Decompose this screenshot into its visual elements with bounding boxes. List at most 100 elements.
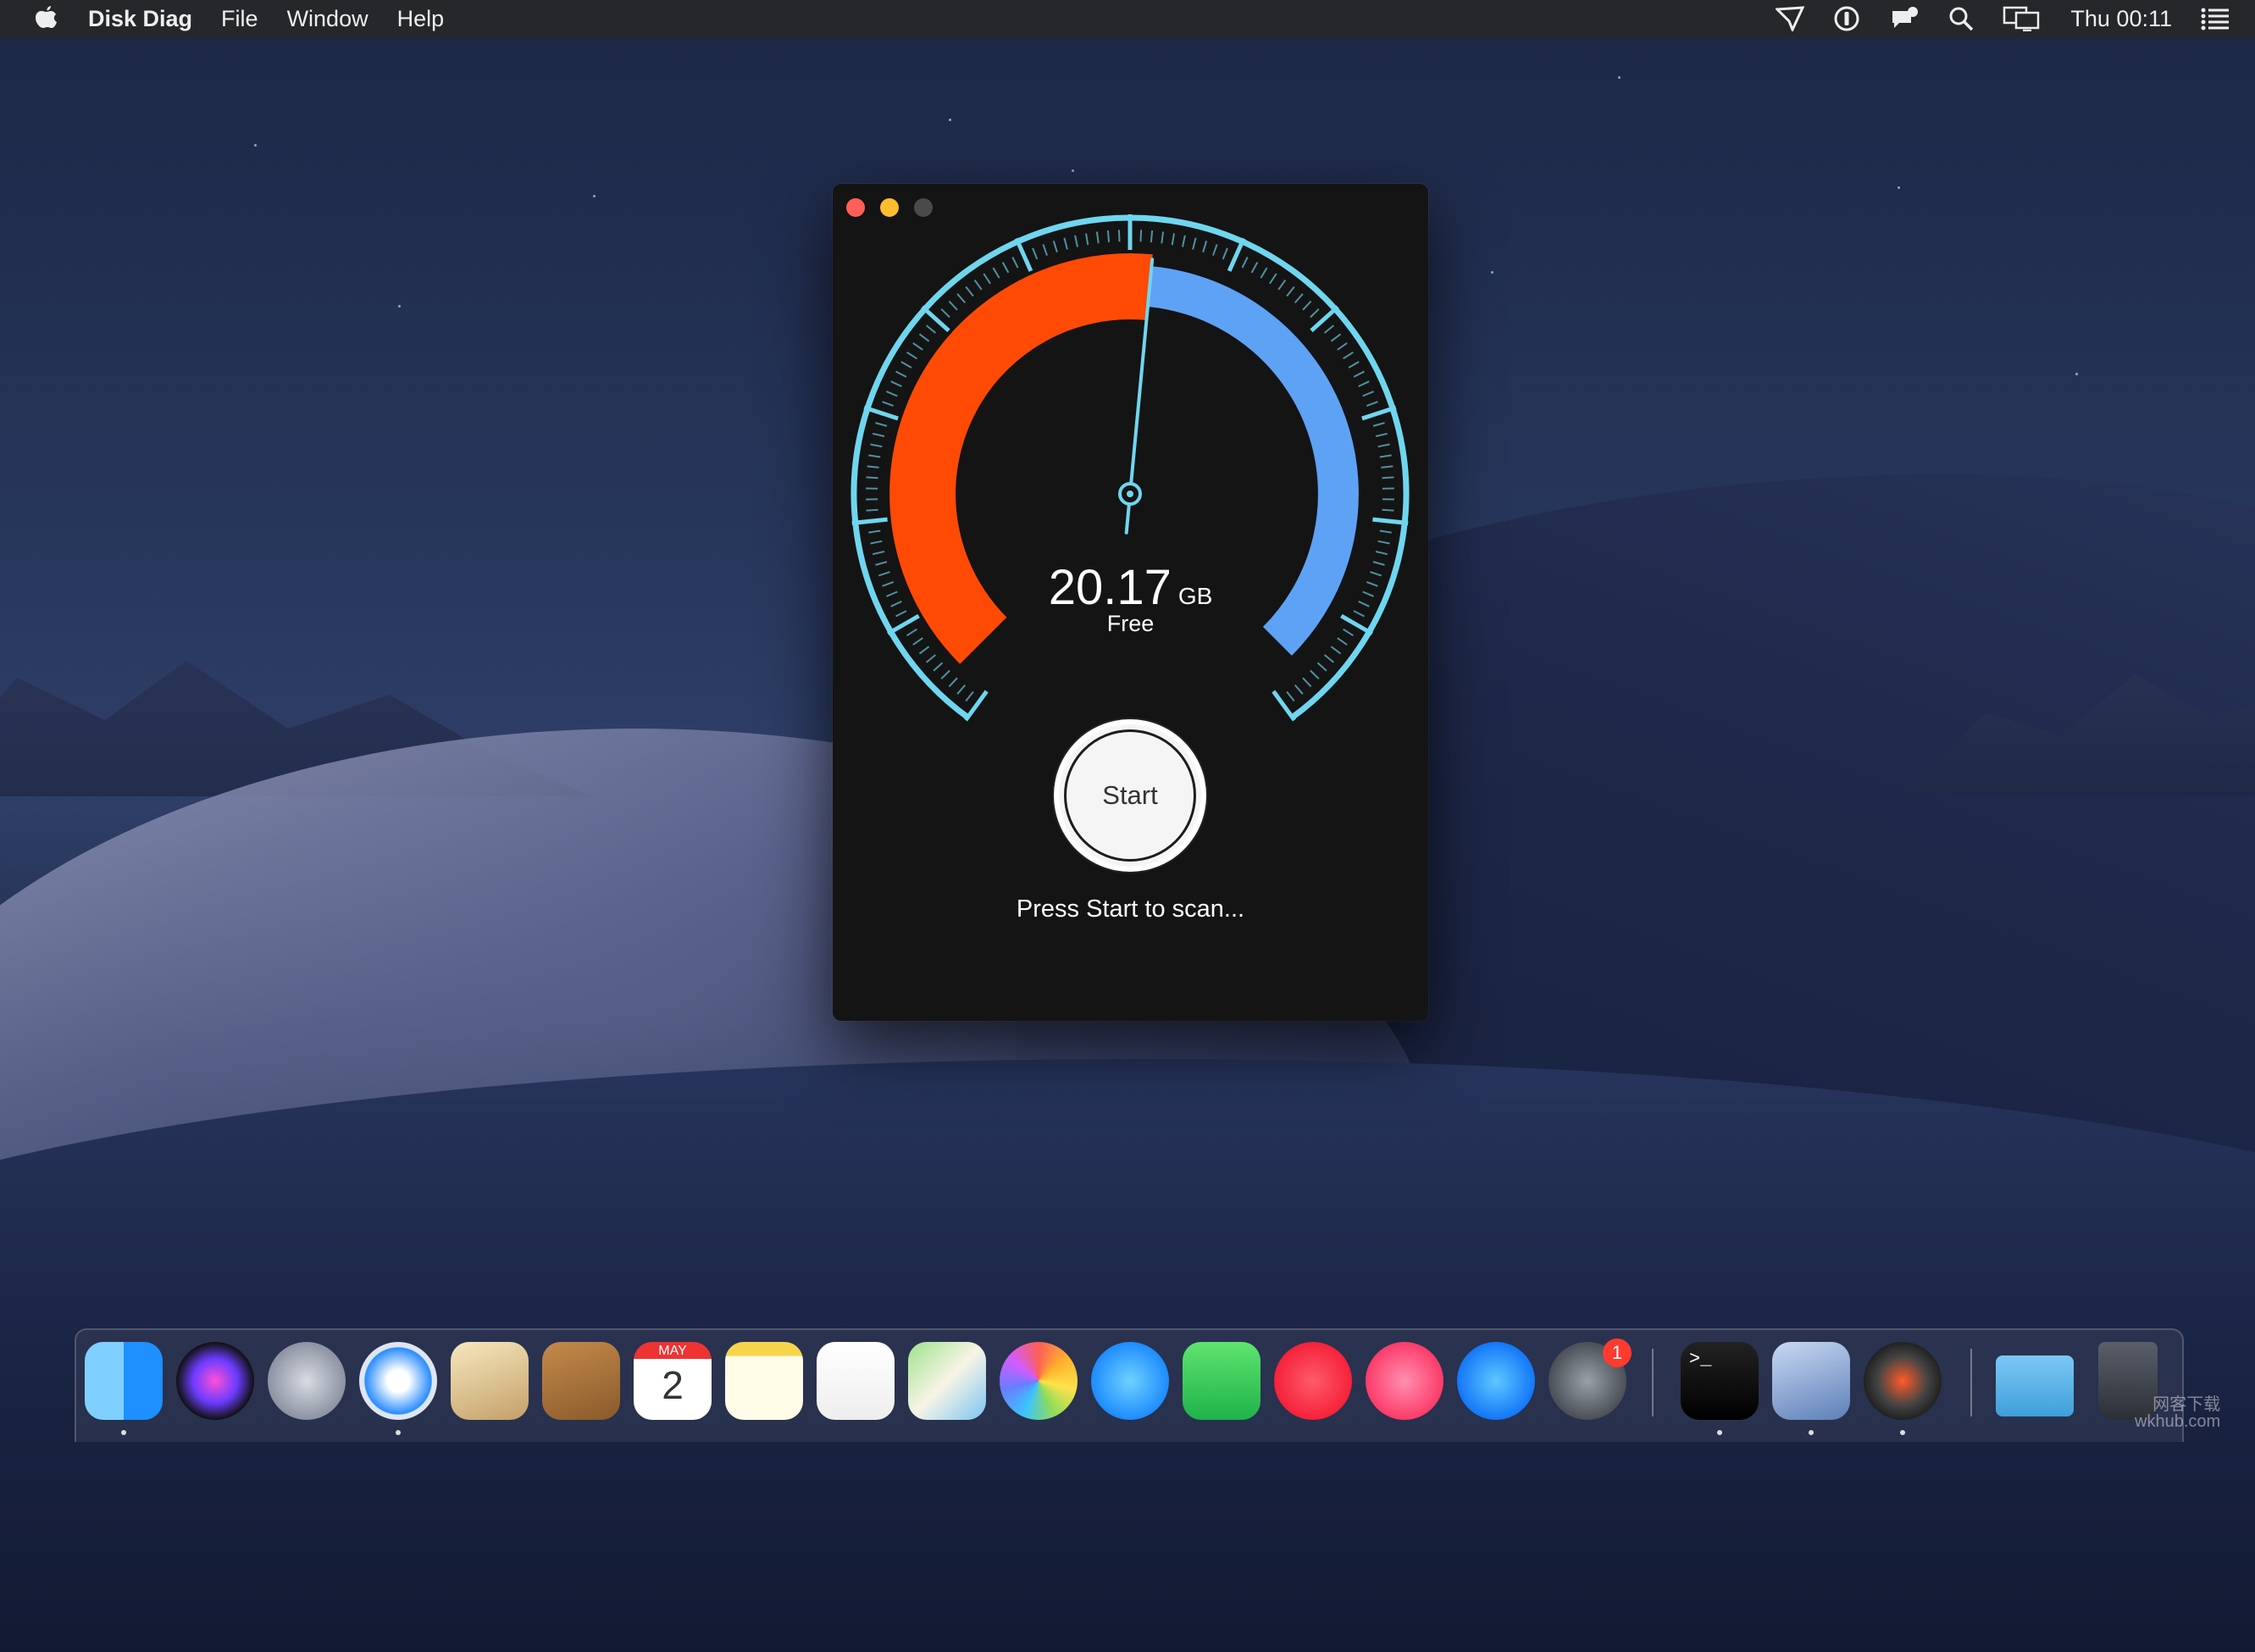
watermark-line2: wkhub.com — [2135, 1413, 2220, 1430]
preview-icon[interactable] — [1772, 1342, 1850, 1420]
spotlight-search-icon[interactable] — [1948, 6, 1974, 31]
gauge-minor-tick — [1193, 238, 1196, 250]
gauge-minor-tick — [1151, 230, 1152, 242]
disk-diag-window: 20.17GB Free Start Press Start to scan..… — [833, 184, 1428, 1021]
gauge-minor-tick — [993, 268, 999, 278]
calendar-icon[interactable]: MAY 2 — [634, 1342, 712, 1420]
display-mirroring-icon[interactable] — [2003, 6, 2042, 31]
reminders-icon[interactable] — [817, 1342, 895, 1420]
running-indicator — [1900, 1430, 1905, 1435]
mail-icon[interactable] — [451, 1342, 529, 1420]
gauge-minor-tick — [1119, 230, 1120, 241]
watermark-line1: 网客下载 — [2135, 1396, 2220, 1413]
gauge-minor-tick — [1359, 381, 1370, 386]
menubar-clock[interactable]: Thu 00:11 — [2070, 6, 2172, 32]
calendar-day: 2 — [662, 1362, 684, 1408]
gauge-minor-tick — [1338, 343, 1348, 350]
gauge-minor-tick — [1141, 230, 1142, 241]
gauge-minor-tick — [1331, 334, 1340, 341]
safari-icon[interactable] — [359, 1342, 437, 1420]
gauge-minor-tick — [867, 466, 879, 468]
notification-icon[interactable] — [1889, 6, 1920, 31]
gauge-minor-tick — [1380, 531, 1392, 533]
gauge-minor-tick — [1303, 678, 1311, 686]
update-badge: 1 — [1603, 1339, 1632, 1367]
gauge-minor-tick — [896, 372, 906, 377]
free-space-unit: GB — [1178, 583, 1212, 609]
facetime-icon[interactable] — [1183, 1342, 1260, 1420]
app-menu[interactable]: Disk Diag — [88, 6, 192, 32]
start-button-ring — [1064, 729, 1196, 862]
siri-icon[interactable] — [176, 1342, 254, 1420]
gauge-minor-tick — [868, 455, 880, 457]
needle-hub-dot — [1127, 491, 1133, 497]
gauge-minor-tick — [1243, 258, 1248, 269]
window-menu[interactable]: Window — [287, 6, 368, 32]
gauge-minor-tick — [1043, 244, 1047, 255]
send-status-icon[interactable] — [1776, 6, 1804, 31]
apple-menu-icon[interactable] — [34, 4, 59, 33]
terminal-prompt-glyph: >_ — [1681, 1342, 1759, 1377]
gauge-minor-tick — [949, 302, 957, 310]
gauge-minor-tick — [934, 662, 942, 670]
gauge-minor-tick — [1366, 402, 1377, 406]
gauge-minor-tick — [1376, 552, 1388, 554]
terminal-icon[interactable]: >_ — [1681, 1342, 1759, 1420]
gauge-minor-tick — [1325, 325, 1334, 333]
file-menu[interactable]: File — [221, 6, 258, 32]
gauge-minor-tick — [1203, 241, 1206, 252]
start-scan-button[interactable]: Start — [1059, 724, 1201, 867]
messages-icon[interactable] — [1091, 1342, 1169, 1420]
downloads-folder-icon[interactable] — [1996, 1355, 2074, 1416]
gauge-minor-tick — [891, 381, 902, 386]
gauge-minor-tick — [927, 325, 936, 333]
finder-icon[interactable] — [85, 1342, 163, 1420]
gauge-minor-tick — [1378, 541, 1390, 544]
gauge-minor-tick — [1054, 241, 1057, 252]
gauge-minor-tick — [867, 477, 878, 478]
gauge-minor-tick — [1172, 233, 1174, 245]
maps-icon[interactable] — [908, 1342, 986, 1420]
gauge-minor-tick — [1183, 236, 1185, 247]
gauge-minor-tick — [871, 541, 883, 544]
gauge-minor-tick — [1373, 423, 1385, 426]
news-icon[interactable] — [1274, 1342, 1352, 1420]
watermark: 网客下载 wkhub.com — [2135, 1396, 2220, 1430]
1password-icon[interactable] — [1833, 5, 1860, 32]
disk-diag-icon[interactable] — [1864, 1342, 1942, 1420]
gauge-minor-tick — [876, 423, 888, 426]
gauge-minor-tick — [868, 531, 880, 533]
help-menu[interactable]: Help — [397, 6, 445, 32]
gauge-minor-tick — [927, 655, 936, 662]
gauge-minor-tick — [1325, 655, 1334, 662]
gauge-minor-tick — [1349, 362, 1359, 368]
photos-icon[interactable] — [1000, 1342, 1078, 1420]
gauge-minor-tick — [901, 362, 911, 368]
gauge-minor-tick — [983, 274, 990, 284]
gauge-minor-tick — [957, 685, 965, 695]
menu-bar: Disk Diag File Window Help Thu 00:11 — [0, 0, 2255, 37]
notification-center-icon[interactable] — [2201, 7, 2230, 30]
gauge-minor-tick — [975, 280, 982, 290]
status-message: Press Start to scan... — [833, 895, 1428, 923]
gauge-minor-tick — [1033, 248, 1037, 259]
gauge-minor-tick — [1381, 466, 1393, 468]
gauge-minor-tick — [1086, 233, 1088, 245]
launchpad-icon[interactable] — [268, 1342, 346, 1420]
gauge-minor-tick — [913, 638, 923, 645]
gauge-minor-tick — [1380, 455, 1392, 457]
gauge-minor-tick — [949, 678, 957, 686]
gauge-minor-tick — [1338, 638, 1348, 645]
gauge-minor-tick — [1382, 477, 1393, 478]
app-store-icon[interactable] — [1457, 1342, 1535, 1420]
contacts-icon[interactable] — [542, 1342, 620, 1420]
notes-icon[interactable] — [725, 1342, 803, 1420]
free-space-readout: 20.17GB — [833, 559, 1428, 616]
free-space-value: 20.17 — [1049, 560, 1172, 615]
gauge-minor-tick — [1108, 230, 1109, 242]
calendar-month: MAY — [658, 1344, 686, 1359]
gauge-minor-tick — [1213, 244, 1217, 255]
gauge-minor-tick — [1161, 232, 1163, 244]
music-icon[interactable] — [1366, 1342, 1443, 1420]
gauge-minor-tick — [1003, 263, 1009, 273]
